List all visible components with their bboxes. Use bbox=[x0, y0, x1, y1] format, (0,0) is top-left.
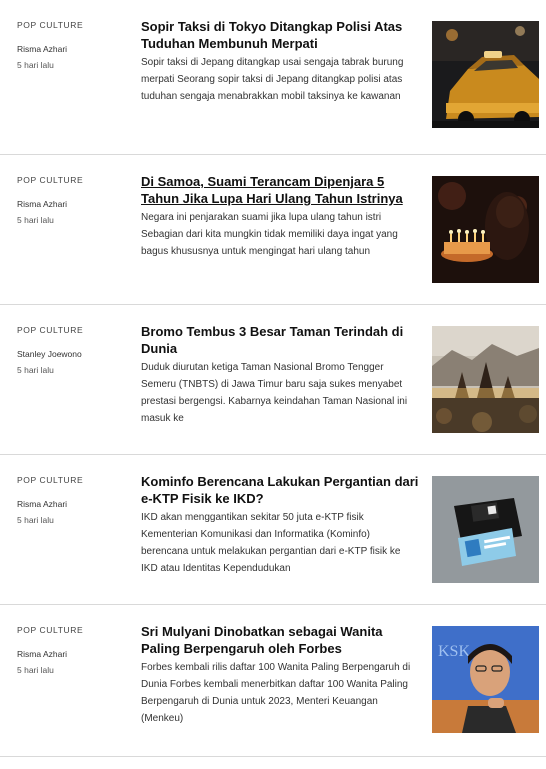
category-label[interactable]: POP CULTURE bbox=[17, 475, 127, 485]
author-name[interactable]: Risma Azhari bbox=[17, 44, 127, 54]
article-meta: POP CULTURE Risma Azhari 5 hari lalu bbox=[17, 625, 127, 675]
category-label[interactable]: POP CULTURE bbox=[17, 175, 127, 185]
article-excerpt: IKD akan menggantikan sekitar 50 juta e-… bbox=[141, 512, 401, 574]
article-content: Kominfo Berencana Lakukan Pergantian dar… bbox=[141, 473, 419, 577]
sri-mulyani-photo: KSK bbox=[432, 626, 539, 733]
article-item[interactable]: POP CULTURE Risma Azhari 5 hari lalu Kom… bbox=[0, 454, 546, 604]
bromo-temple-image bbox=[432, 326, 539, 433]
category-label[interactable]: POP CULTURE bbox=[17, 325, 127, 335]
article-item[interactable]: POP CULTURE Risma Azhari 5 hari lalu Di … bbox=[0, 154, 546, 304]
author-name[interactable]: Risma Azhari bbox=[17, 199, 127, 209]
author-name[interactable]: Risma Azhari bbox=[17, 499, 127, 509]
category-label[interactable]: POP CULTURE bbox=[17, 20, 127, 30]
publish-time: 5 hari lalu bbox=[17, 665, 54, 675]
category-label[interactable]: POP CULTURE bbox=[17, 625, 127, 635]
author-name[interactable]: Risma Azhari bbox=[17, 649, 127, 659]
backdrop-text: KSK bbox=[438, 643, 470, 660]
ektp-card-image bbox=[432, 476, 539, 583]
article-content: Sopir Taksi di Tokyo Ditangkap Polisi At… bbox=[141, 18, 419, 105]
publish-time: 5 hari lalu bbox=[17, 515, 54, 525]
article-item[interactable]: POP CULTURE Risma Azhari 5 hari lalu Sri… bbox=[0, 604, 546, 754]
author-name[interactable]: Stanley Joewono bbox=[17, 349, 127, 359]
article-thumbnail[interactable] bbox=[432, 176, 539, 283]
article-feed: POP CULTURE Risma Azhari 5 hari lalu Sop… bbox=[0, 0, 546, 754]
article-meta: POP CULTURE Risma Azhari 5 hari lalu bbox=[17, 175, 127, 225]
article-excerpt: Duduk diurutan ketiga Taman Nasional Bro… bbox=[141, 362, 408, 424]
publish-time: 5 hari lalu bbox=[17, 60, 54, 70]
feed-bottom-divider bbox=[0, 756, 546, 757]
article-meta: POP CULTURE Stanley Joewono 5 hari lalu bbox=[17, 325, 127, 375]
article-title[interactable]: Sri Mulyani Dinobatkan sebagai Wanita Pa… bbox=[141, 623, 419, 657]
article-meta: POP CULTURE Risma Azhari 5 hari lalu bbox=[17, 20, 127, 70]
article-excerpt: Negara ini penjarakan suami jika lupa ul… bbox=[141, 212, 398, 257]
article-thumbnail[interactable]: KSK bbox=[432, 626, 539, 733]
article-content: Bromo Tembus 3 Besar Taman Terindah di D… bbox=[141, 323, 419, 427]
article-meta: POP CULTURE Risma Azhari 5 hari lalu bbox=[17, 475, 127, 525]
article-content: Sri Mulyani Dinobatkan sebagai Wanita Pa… bbox=[141, 623, 419, 727]
article-item[interactable]: POP CULTURE Risma Azhari 5 hari lalu Sop… bbox=[0, 0, 546, 154]
article-title[interactable]: Sopir Taksi di Tokyo Ditangkap Polisi At… bbox=[141, 18, 419, 52]
publish-time: 5 hari lalu bbox=[17, 365, 54, 375]
article-title[interactable]: Bromo Tembus 3 Besar Taman Terindah di D… bbox=[141, 323, 419, 357]
article-title[interactable]: Kominfo Berencana Lakukan Pergantian dar… bbox=[141, 473, 419, 507]
article-title[interactable]: Di Samoa, Suami Terancam Dipenjara 5 Tah… bbox=[141, 173, 419, 207]
article-thumbnail[interactable] bbox=[432, 21, 539, 128]
article-excerpt: Forbes kembali rilis daftar 100 Wanita P… bbox=[141, 662, 411, 724]
article-thumbnail[interactable] bbox=[432, 326, 539, 433]
article-thumbnail[interactable] bbox=[432, 476, 539, 583]
birthday-cake-image bbox=[432, 176, 539, 283]
article-content: Di Samoa, Suami Terancam Dipenjara 5 Tah… bbox=[141, 173, 419, 260]
article-excerpt: Sopir taksi di Jepang ditangkap usai sen… bbox=[141, 57, 404, 102]
article-item[interactable]: POP CULTURE Stanley Joewono 5 hari lalu … bbox=[0, 304, 546, 454]
taxi-night-image bbox=[432, 21, 539, 128]
publish-time: 5 hari lalu bbox=[17, 215, 54, 225]
